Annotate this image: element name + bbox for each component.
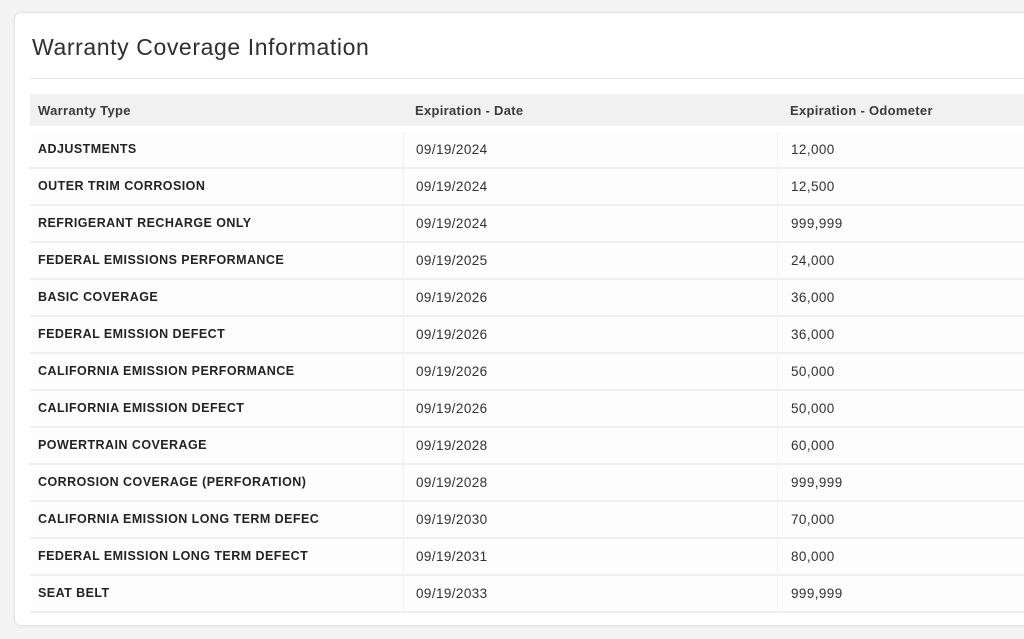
column-header-expiration-odometer: Expiration - Odometer [790,102,933,118]
expiration-odometer-cell: 999,999 [777,465,1024,500]
expiration-odometer-cell: 24,000 [777,243,1024,278]
table-row: FEDERAL EMISSIONS PERFORMANCE 09/19/2025… [30,243,1024,280]
expiration-date-cell: 09/19/2025 [403,243,777,278]
warranty-type-cell: CALIFORNIA EMISSION PERFORMANCE [38,364,295,378]
warranty-type-cell: ADJUSTMENTS [38,142,137,156]
expiration-odometer-cell: 70,000 [777,502,1024,537]
warranty-type-cell: REFRIGERANT RECHARGE ONLY [38,216,252,230]
expiration-odometer-cell: 80,000 [777,539,1024,574]
expiration-date-cell: 09/19/2026 [403,354,777,389]
expiration-date-cell: 09/19/2024 [403,169,777,204]
table-row: CORROSION COVERAGE (PERFORATION) 09/19/2… [30,465,1024,502]
expiration-odometer-cell: 12,500 [777,169,1024,204]
table-header-row: Warranty Type Expiration - Date Expirati… [30,94,1024,126]
expiration-date-cell: 09/19/2028 [403,465,777,500]
table-row: BASIC COVERAGE 09/19/2026 36,000 [30,280,1024,317]
table-row: REFRIGERANT RECHARGE ONLY 09/19/2024 999… [30,206,1024,243]
expiration-date-cell: 09/19/2026 [403,391,777,426]
warranty-type-cell: CORROSION COVERAGE (PERFORATION) [38,475,307,489]
expiration-date-cell: 09/19/2024 [403,132,777,167]
table-row: SEAT BELT 09/19/2033 999,999 [30,576,1024,613]
expiration-date-cell: 09/19/2024 [403,206,777,241]
table-row: FEDERAL EMISSION LONG TERM DEFECT 09/19/… [30,539,1024,576]
title-divider [30,78,1024,79]
expiration-date-cell: 09/19/2033 [403,576,777,611]
column-header-warranty-type: Warranty Type [38,102,131,118]
warranty-type-cell: CALIFORNIA EMISSION LONG TERM DEFEC [38,512,320,526]
table-row: CALIFORNIA EMISSION DEFECT 09/19/2026 50… [30,391,1024,428]
expiration-date-cell: 09/19/2030 [403,502,777,537]
expiration-date-cell: 09/19/2026 [403,280,777,315]
expiration-odometer-cell: 999,999 [777,576,1024,611]
warranty-type-cell: FEDERAL EMISSIONS PERFORMANCE [38,253,285,267]
warranty-type-cell: OUTER TRIM CORROSION [38,179,206,193]
expiration-odometer-cell: 60,000 [777,428,1024,463]
expiration-odometer-cell: 36,000 [777,317,1024,352]
warranty-type-cell: BASIC COVERAGE [38,290,159,304]
column-header-expiration-date: Expiration - Date [415,102,524,118]
warranty-table: Warranty Type Expiration - Date Expirati… [30,94,1024,613]
expiration-odometer-cell: 999,999 [777,206,1024,241]
expiration-odometer-cell: 12,000 [777,132,1024,167]
expiration-date-cell: 09/19/2026 [403,317,777,352]
warranty-type-cell: CALIFORNIA EMISSION DEFECT [38,401,245,415]
table-row: ADJUSTMENTS 09/19/2024 12,000 [30,132,1024,169]
warranty-type-cell: FEDERAL EMISSION LONG TERM DEFECT [38,549,309,563]
warranty-type-cell: POWERTRAIN COVERAGE [38,438,207,452]
table-row: CALIFORNIA EMISSION LONG TERM DEFEC 09/1… [30,502,1024,539]
table-body: ADJUSTMENTS 09/19/2024 12,000 OUTER TRIM… [30,132,1024,613]
warranty-type-cell: SEAT BELT [38,586,110,600]
expiration-odometer-cell: 36,000 [777,280,1024,315]
warranty-coverage-card: Warranty Coverage Information Warranty T… [14,12,1024,626]
expiration-odometer-cell: 50,000 [777,354,1024,389]
expiration-odometer-cell: 50,000 [777,391,1024,426]
warranty-type-cell: FEDERAL EMISSION DEFECT [38,327,226,341]
page-title: Warranty Coverage Information [32,34,370,60]
table-row: OUTER TRIM CORROSION 09/19/2024 12,500 [30,169,1024,206]
expiration-date-cell: 09/19/2031 [403,539,777,574]
table-row: CALIFORNIA EMISSION PERFORMANCE 09/19/20… [30,354,1024,391]
expiration-date-cell: 09/19/2028 [403,428,777,463]
table-row: FEDERAL EMISSION DEFECT 09/19/2026 36,00… [30,317,1024,354]
table-row: POWERTRAIN COVERAGE 09/19/2028 60,000 [30,428,1024,465]
